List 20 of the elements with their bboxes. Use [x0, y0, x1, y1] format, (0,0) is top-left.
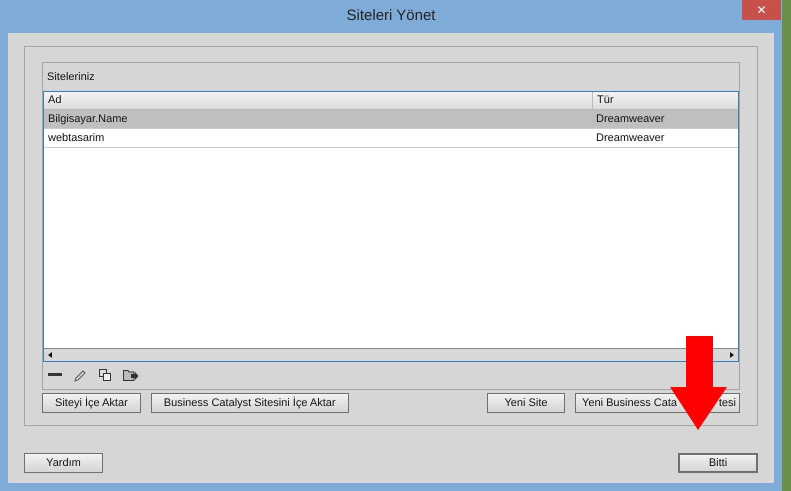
import-button[interactable]: Business Catalyst Sitesini İçe Aktar — [150, 393, 349, 413]
window-title: Siteleri Yönet — [346, 6, 436, 26]
table-cell-text: Dreamweaver — [595, 112, 666, 127]
table-cell-text: Bilgisayar.Name — [47, 112, 128, 127]
table-row[interactable]: Bilgisayar.Name Dreamweaver — [44, 110, 738, 129]
folder-arrow-icon[interactable] — [123, 369, 139, 381]
import-button[interactable]: Siteyi İçe Aktar — [42, 393, 141, 413]
table-cell-text: webtasarim — [47, 130, 106, 146]
duplicate-icon[interactable] — [99, 369, 111, 381]
done-button[interactable]: Bitti — [678, 453, 758, 473]
pencil-icon[interactable] — [74, 368, 87, 382]
new-site-button[interactable]: Yeni Site — [487, 393, 565, 413]
table-cell-text: Dreamweaver — [595, 130, 666, 146]
panel-title: Siteleriniz — [46, 70, 96, 85]
column-header[interactable]: Ad — [44, 92, 592, 109]
close-button[interactable]: ✕ — [742, 0, 781, 20]
column-header[interactable]: Tür — [592, 92, 738, 109]
minus-icon[interactable] — [48, 373, 62, 377]
help-button[interactable]: Yardım — [24, 453, 103, 473]
horizontal-scrollbar[interactable] — [44, 348, 738, 361]
